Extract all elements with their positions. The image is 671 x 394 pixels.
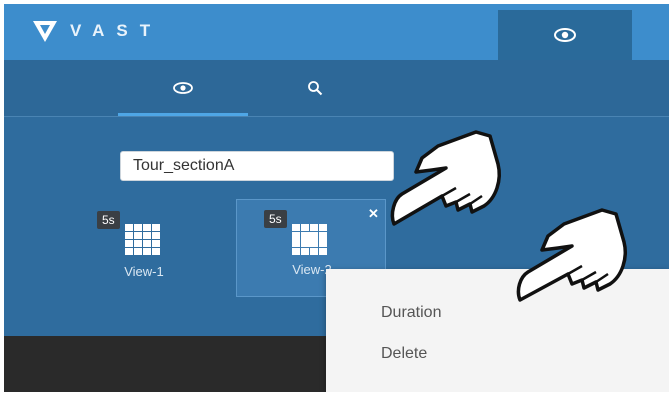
vast-logo-icon — [33, 21, 57, 42]
search-icon — [308, 81, 323, 96]
view-tile-1[interactable]: 5s View-1 — [92, 201, 242, 299]
pointing-hand-icon — [516, 208, 627, 302]
vast-window: VAST 5 — [4, 4, 669, 392]
tab-search[interactable] — [250, 60, 380, 116]
duration-badge: 5s — [264, 210, 287, 228]
menu-item-delete[interactable]: Delete — [381, 345, 427, 363]
tab-views[interactable] — [118, 60, 248, 116]
menu-item-duration[interactable]: Duration — [381, 304, 441, 322]
close-icon[interactable]: ✕ — [368, 206, 379, 222]
brand-name: VAST — [70, 21, 163, 40]
grid-layout-icon — [292, 224, 327, 255]
top-bar: VAST — [4, 4, 669, 60]
view-label: View-1 — [124, 264, 164, 279]
eye-icon — [173, 82, 193, 94]
grid-layout-icon — [125, 224, 160, 255]
duration-badge: 5s — [97, 211, 120, 229]
tour-name-input[interactable] — [120, 151, 394, 181]
eye-icon — [554, 28, 576, 42]
sub-tab-bar — [4, 60, 669, 117]
pointing-hand-icon — [390, 130, 501, 226]
tab-live-view[interactable] — [498, 10, 632, 60]
